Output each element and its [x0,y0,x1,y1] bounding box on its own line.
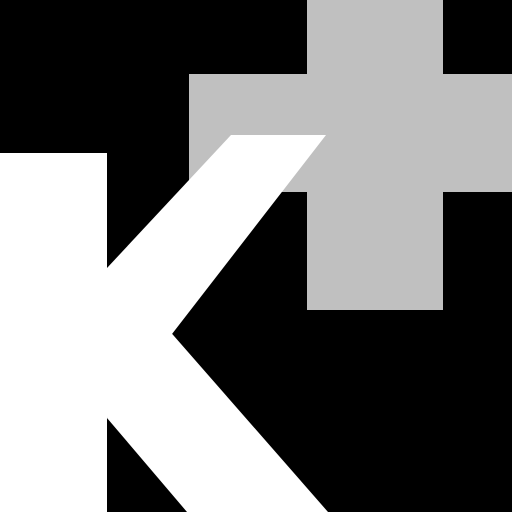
k-plus-logo [0,0,512,512]
app-icon-canvas [0,0,512,512]
letter-k-stem [0,153,107,512]
